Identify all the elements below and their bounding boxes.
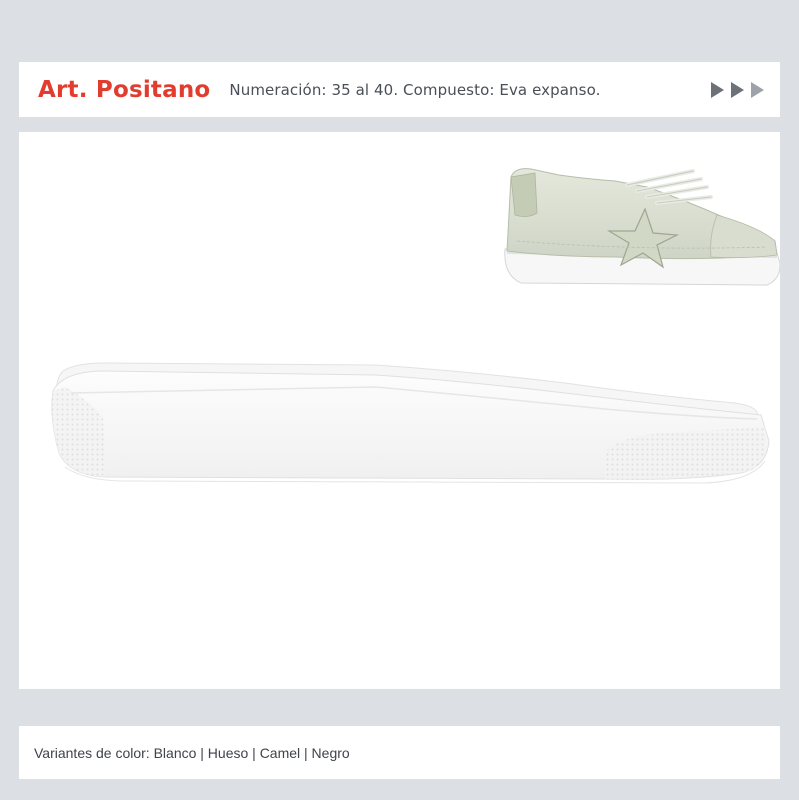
product-image-panel [19, 132, 780, 689]
product-title: Art. Positano [38, 76, 211, 103]
header-bar: Art. Positano Numeración: 35 al 40. Comp… [19, 62, 780, 117]
next-arrow-icon [751, 82, 764, 98]
footer-bar: Variantes de color: Blanco | Hueso | Cam… [19, 726, 780, 779]
next-arrow-icon [731, 82, 744, 98]
next-arrow-icon [711, 82, 724, 98]
next-arrows[interactable] [711, 82, 764, 98]
product-specs: Numeración: 35 al 40. Compuesto: Eva exp… [229, 80, 601, 99]
sole-image [51, 362, 770, 484]
sneaker-image [504, 168, 780, 286]
color-variants: Variantes de color: Blanco | Hueso | Cam… [34, 744, 350, 761]
